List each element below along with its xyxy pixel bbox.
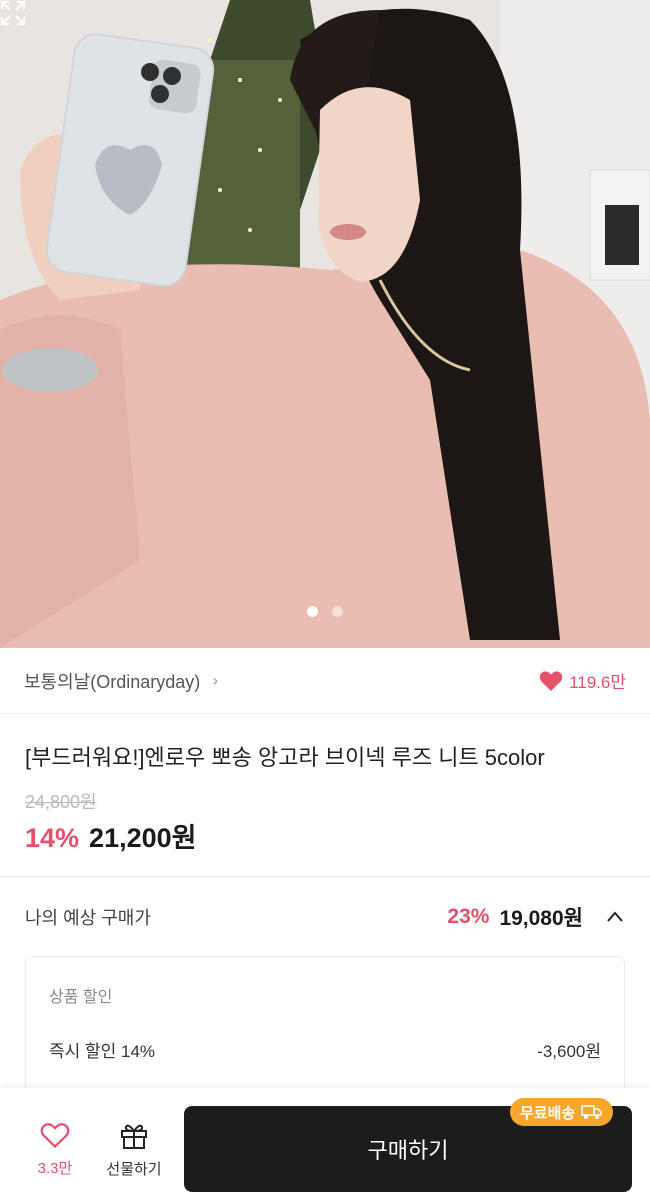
sale-price: 21,200원 — [89, 823, 197, 853]
brand-name[interactable]: 보통의날(Ordinaryday) — [24, 668, 200, 694]
pagination-dot-active[interactable] — [307, 606, 318, 617]
chevron-right-icon: › — [212, 671, 219, 690]
breakdown-section-title: 상품 할인 — [49, 989, 113, 1006]
gallery-pagination — [0, 606, 650, 617]
wish-count: 3.3만 — [37, 1160, 73, 1177]
product-photo — [0, 0, 650, 648]
truck-icon — [581, 1105, 603, 1119]
product-title: [부드러워요!]엔로우 뽀송 앙고라 브이넥 루즈 니트 5color — [25, 745, 545, 770]
product-image[interactable] — [0, 0, 650, 648]
expected-price-toggle[interactable]: 나의 예상 구매가 23% 19,080원 — [25, 900, 625, 934]
free-shipping-label: 무료배송 — [520, 1104, 576, 1122]
brand-like-count: 119.6만 — [569, 673, 626, 692]
gift-button[interactable]: 선물하기 — [100, 1122, 168, 1179]
expected-discount-rate: 23% — [447, 905, 490, 928]
expected-price-value: 19,080원 — [499, 907, 583, 930]
breakdown-item: 즉시 할인 14% -3,600원 — [49, 1037, 601, 1062]
breakdown-item-label: 즉시 할인 14% — [49, 1042, 156, 1061]
brand-like[interactable]: 119.6만 — [539, 668, 626, 693]
gift-icon — [121, 1124, 147, 1149]
heart-outline-icon — [40, 1123, 70, 1149]
divider — [0, 876, 650, 877]
price-row: 14% 21,200원 — [25, 816, 196, 855]
free-shipping-badge: 무료배송 — [510, 1098, 614, 1126]
wish-button[interactable]: 3.3만 — [28, 1122, 82, 1178]
expand-icon[interactable] — [0, 0, 26, 26]
breakdown-item-amount: -3,600원 — [537, 1042, 601, 1061]
brand-row[interactable]: 보통의날(Ordinaryday) › 119.6만 — [0, 648, 650, 714]
original-price: 24,800원 — [25, 792, 97, 812]
bottom-action-bar: 3.3만 선물하기 구매하기 무료배송 — [0, 1088, 650, 1200]
gift-label: 선물하기 — [106, 1161, 162, 1178]
pagination-dot[interactable] — [332, 606, 343, 617]
heart-icon[interactable] — [539, 670, 563, 692]
chevron-up-icon[interactable] — [605, 907, 625, 927]
expected-price-label: 나의 예상 구매가 — [25, 908, 151, 928]
discount-rate: 14% — [25, 823, 80, 853]
